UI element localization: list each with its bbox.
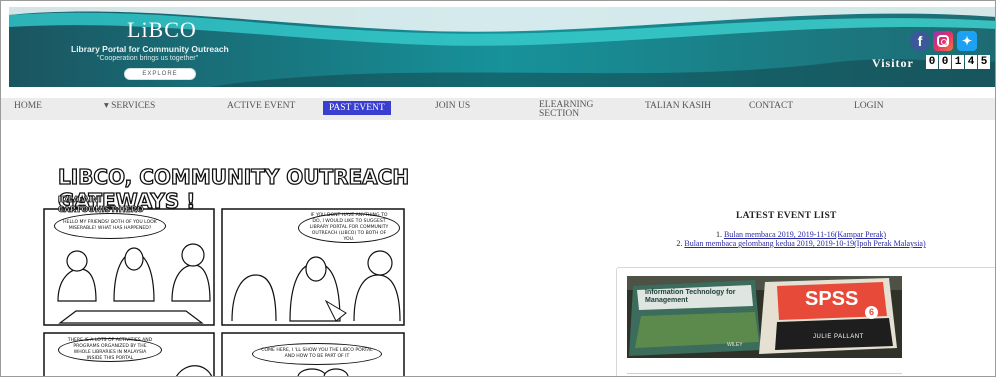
- event-list-title: LATEST EVENT LIST: [736, 211, 837, 221]
- explore-button[interactable]: EXPLORE: [124, 68, 196, 80]
- nav-active-event[interactable]: ACTIVE EVENT: [227, 101, 295, 111]
- event-number: 1.: [715, 230, 722, 239]
- nav-talian-kasih[interactable]: TALIAN KASIH: [645, 101, 711, 111]
- comic-credit: IDEA:AINI CARTOONIST:HERO: [58, 195, 145, 215]
- site-tagline: Library Portal for Community Outreach: [71, 44, 229, 54]
- nav-past-event[interactable]: PAST EVENT: [323, 101, 391, 115]
- book2-author: JULIE PALLANT: [813, 334, 864, 340]
- site-logo[interactable]: LiBCO: [127, 17, 197, 43]
- nav-home[interactable]: HOME: [14, 101, 42, 111]
- speech-bubble: COME HERE, I 'LL SHOW YOU THE LIBCO PORT…: [252, 343, 382, 365]
- nav-join-us[interactable]: JOIN US: [435, 101, 470, 111]
- event-link[interactable]: Bulan membaca 2019, 2019-11-16(Kampar Pe…: [724, 230, 886, 239]
- main-nav: HOME ▾ SERVICES ACTIVE EVENT PAST EVENT …: [1, 98, 995, 120]
- nav-services[interactable]: ▾ SERVICES: [104, 101, 155, 111]
- instagram-icon[interactable]: [933, 31, 953, 51]
- visitor-digit: 0: [926, 55, 938, 69]
- event-item: 1. Bulan membaca 2019, 2019-11-16(Kampar…: [611, 230, 991, 239]
- visitor-digit: 4: [965, 55, 977, 69]
- visitor-digit: 1: [952, 55, 964, 69]
- book2-edition-badge: 6: [865, 306, 878, 319]
- header-banner: LiBCO Library Portal for Community Outre…: [9, 7, 995, 87]
- visitor-digit: 0: [939, 55, 951, 69]
- event-list: 1. Bulan membaca 2019, 2019-11-16(Kampar…: [611, 230, 991, 248]
- visitor-digit: 5: [978, 55, 990, 69]
- event-item: 2. Bulan membaca gelombang kedua 2019, 2…: [611, 239, 991, 248]
- comic-credit-idea: IDEA:AINI: [58, 195, 102, 205]
- visitor-counter: 0 0 1 4 5: [926, 55, 990, 69]
- book1-publisher: WILEY: [727, 342, 743, 348]
- book1-title: Information Technology for Management: [645, 289, 736, 304]
- comic-image: LIBCO, COMMUNITY OUTREACH GATEWAYS ! IDE…: [36, 151, 411, 376]
- book2-title: SPSS: [805, 288, 859, 310]
- visitor-label: Visitor: [872, 56, 914, 70]
- nav-login[interactable]: LOGIN: [854, 101, 884, 111]
- speech-bubble: IF YOU DONT HAVE ANYTHING TO DO, I WOULD…: [298, 213, 400, 243]
- twitter-icon[interactable]: ✦: [957, 31, 977, 51]
- site-motto: "Cooperation brings us together": [97, 55, 199, 62]
- facebook-icon[interactable]: f: [910, 31, 930, 51]
- books-photo: Information Technology for Management WI…: [627, 276, 902, 358]
- gallery-caption-bar: [627, 373, 902, 376]
- nav-elearning-section[interactable]: ELEARNING SECTION: [539, 100, 609, 119]
- speech-bubble: HELLO MY FRIENDS! BOTH OF YOU LOOK MISER…: [54, 213, 166, 239]
- nav-contact[interactable]: CONTACT: [749, 101, 793, 111]
- event-link[interactable]: Bulan membaca gelombang kedua 2019, 2019…: [684, 239, 925, 248]
- page-frame: LiBCO Library Portal for Community Outre…: [0, 0, 996, 377]
- speech-bubble: THERE IS A LOTS OF ACTIVITIES AND PROGRA…: [58, 338, 162, 362]
- event-number: 2.: [676, 239, 683, 248]
